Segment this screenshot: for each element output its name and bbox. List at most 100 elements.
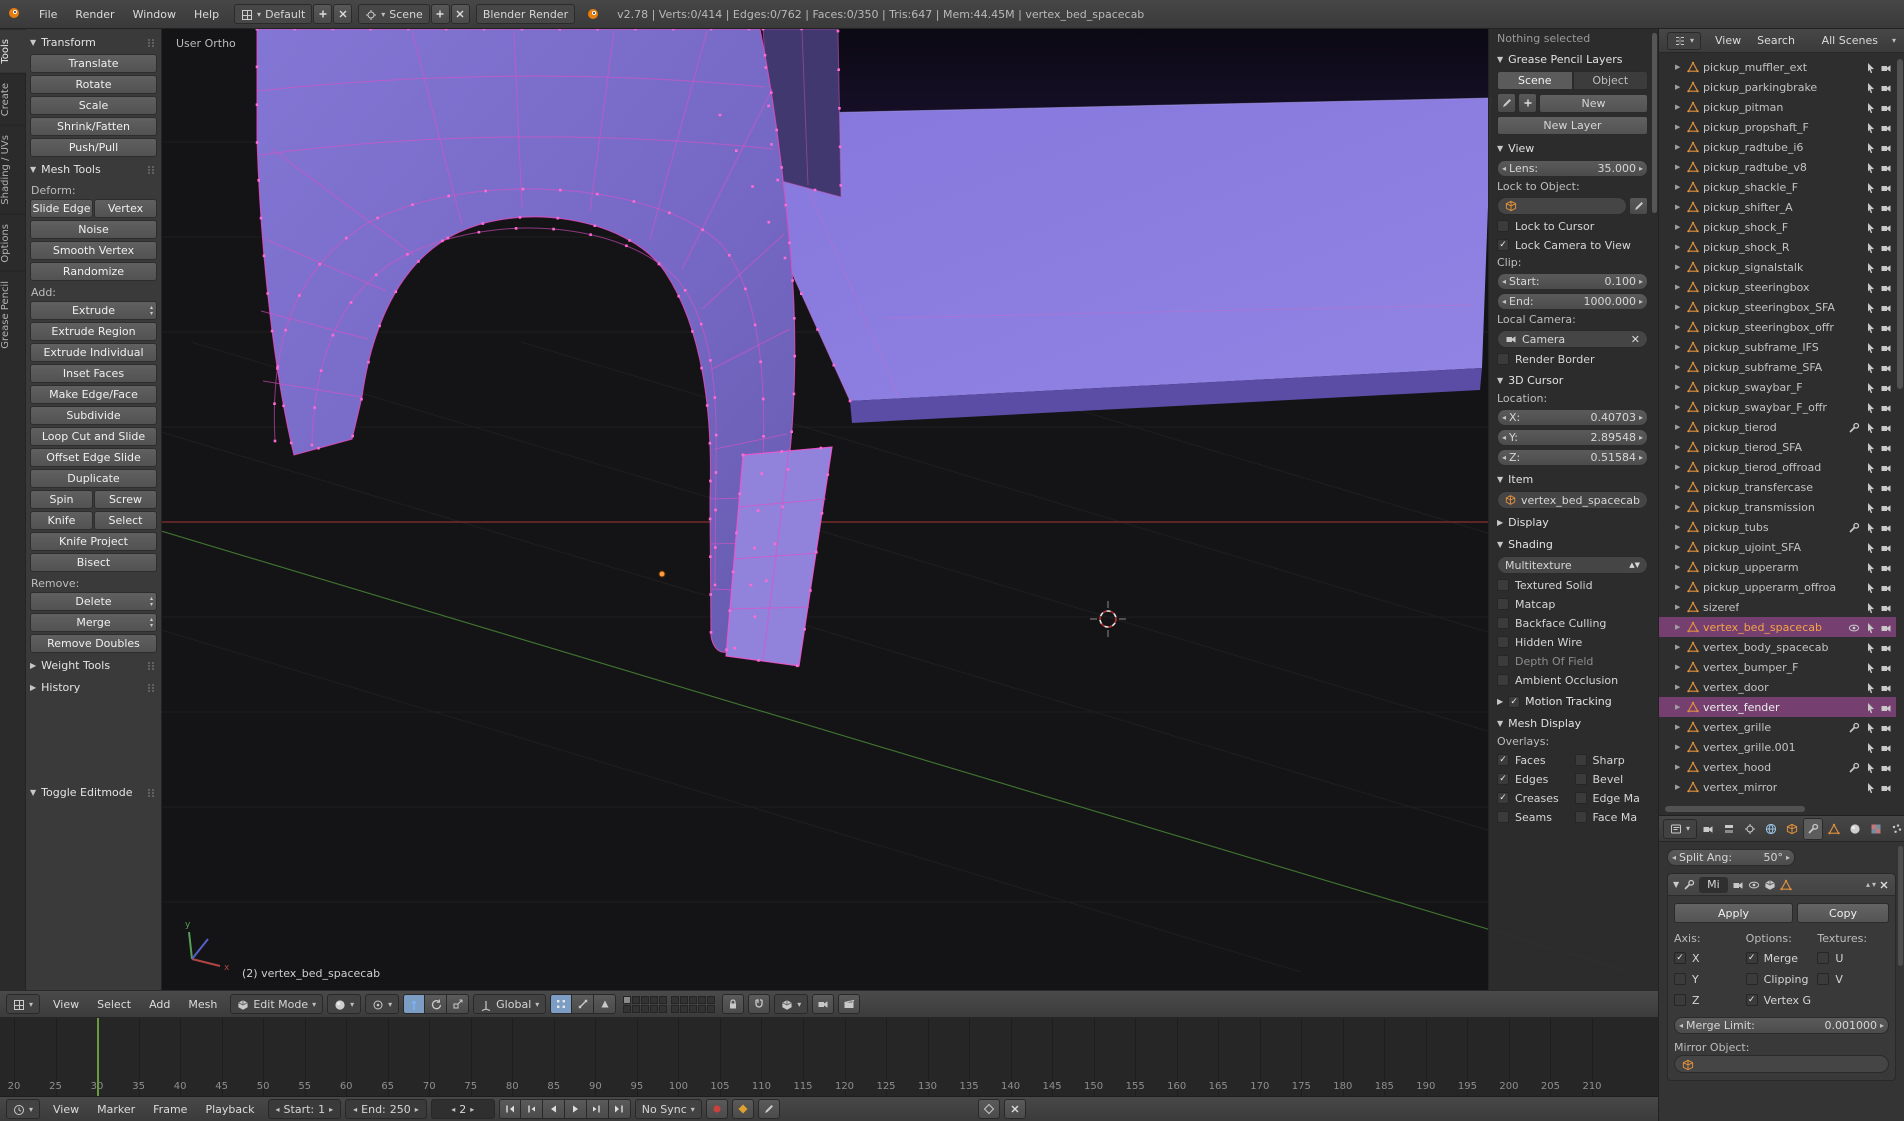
restrict-select-toggle[interactable] [1864,301,1876,314]
outliner-row-vertex-grille[interactable]: ▶ vertex_grille [1659,717,1896,737]
restrict-render-toggle[interactable] [1880,701,1892,714]
check-seams[interactable]: Seams [1497,809,1573,825]
delete-scene-button[interactable] [450,4,470,24]
check-y[interactable]: Y [1674,971,1746,987]
tool-slide-edge[interactable]: Slide Edge [30,199,93,218]
object-name[interactable]: vertex_grille.001 [1703,741,1796,754]
screen-layout-dropdown[interactable]: ▾ Default [234,4,313,24]
delete-layout-button[interactable] [333,4,353,24]
tool-extrude[interactable]: Extrude ▴ ▾ [30,301,157,320]
restrict-render-toggle[interactable] [1880,81,1892,94]
viewport-menu-view[interactable]: View [44,998,88,1011]
clear-button[interactable]: ✕ [1631,333,1640,346]
tool-bisect[interactable]: Bisect [30,553,157,572]
restrict-render-toggle[interactable] [1880,381,1892,394]
outliner-row-pickup-swaybar-f[interactable]: ▶ pickup_swaybar_F [1659,377,1896,397]
panel-header-weight-tools[interactable]: ▶ Weight Tools [30,654,157,676]
outliner-row-vertex-body-spacecab[interactable]: ▶ vertex_body_spacecab [1659,637,1896,657]
object-name[interactable]: vertex_body_spacecab [1703,641,1828,654]
properties-tab-wrench[interactable] [1803,817,1824,840]
object-name[interactable]: pickup_upperarm_offroa [1703,581,1836,594]
outliner-row-pickup-transmission[interactable]: ▶ pickup_transmission [1659,497,1896,517]
check-v[interactable]: V [1817,971,1889,987]
new-layer-button[interactable]: New Layer [1497,116,1648,135]
checkbox[interactable] [1497,579,1509,591]
object-name[interactable]: pickup_steeringbox [1703,281,1810,294]
object-name[interactable]: pickup_subframe_IFS [1703,341,1819,354]
outliner-row-pickup-muffler-ext[interactable]: ▶ pickup_muffler_ext [1659,57,1896,77]
z-field[interactable]: ◂ Z: 0.51584 ▸ [1497,449,1648,466]
object-name[interactable]: vertex_hood [1703,761,1771,774]
restrict-render-toggle[interactable] [1880,201,1892,214]
gp-draw-button[interactable] [1497,93,1516,113]
object-name[interactable]: pickup_tierod_offroad [1703,461,1821,474]
restrict-render-toggle[interactable] [1880,661,1892,674]
properties-tab-world[interactable] [1761,818,1781,840]
split-angle-field[interactable]: ◂ Split Ang: 50° ▸ [1667,849,1795,866]
restrict-select-toggle[interactable] [1864,641,1876,654]
checkbox[interactable]: ✓ [1497,239,1509,251]
properties-tab-checker[interactable] [1866,818,1886,840]
outliner-row-vertex-fender[interactable]: ▶ vertex_fender [1659,697,1896,717]
outliner-row-vertex-mirror[interactable]: ▶ vertex_mirror [1659,777,1896,797]
menu-help[interactable]: Help [185,8,228,21]
shading-dropdown[interactable]: ▾ [327,994,362,1014]
layer-cell[interactable] [623,1004,632,1013]
check-x[interactable]: ✓ X [1674,950,1746,966]
pivot-dropdown[interactable]: ▾ [365,994,400,1014]
outliner-row-pickup-steeringbox[interactable]: ▶ pickup_steeringbox [1659,277,1896,297]
restrict-select-toggle[interactable] [1864,621,1876,634]
checkbox[interactable]: ✓ [1745,952,1758,964]
menu-window[interactable]: Window [124,8,185,21]
menu-file[interactable]: File [30,8,66,21]
restrict-select-toggle[interactable] [1864,101,1876,114]
object-name[interactable]: vertex_bed_spacecab [1703,621,1822,634]
outliner-row-pickup-shackle-f[interactable]: ▶ pickup_shackle_F [1659,177,1896,197]
layer-cell[interactable] [707,1004,716,1013]
panel-grip-icon[interactable] [145,36,157,49]
manipulator-scale-button[interactable] [447,994,470,1014]
mode-dropdown[interactable]: Edit Mode ▾ [230,994,324,1014]
visibility-toggle[interactable] [1848,621,1860,634]
npanel-header-shading[interactable]: ▼ Shading [1497,536,1648,553]
layer-cell[interactable] [707,995,716,1004]
panel-header-mesh-tools[interactable]: ▼ Mesh Tools [30,158,157,180]
outliner-row-pickup-shock-f[interactable]: ▶ pickup_shock_F [1659,217,1896,237]
panel-grip-icon[interactable] [145,163,157,176]
checkbox[interactable]: ✓ [1497,754,1509,766]
restrict-select-toggle[interactable] [1864,321,1876,334]
outliner-row-pickup-steeringbox-offr[interactable]: ▶ pickup_steeringbox_offr [1659,317,1896,337]
restrict-select-toggle[interactable] [1864,541,1876,554]
restrict-render-toggle[interactable] [1880,161,1892,174]
checkbox[interactable] [1817,952,1830,964]
tool-spin[interactable]: Spin [30,490,93,509]
restrict-render-toggle[interactable] [1880,501,1892,514]
layer-cell[interactable] [623,995,632,1004]
play-reverse-button[interactable] [542,1099,565,1119]
object-name[interactable]: pickup_tubs [1703,521,1769,534]
record-button[interactable] [705,1099,728,1119]
tool-inset-faces[interactable]: Inset Faces [30,364,157,383]
npanel-header-grease-pencil-layers[interactable]: ▼ Grease Pencil Layers [1497,51,1648,68]
timeline-editor-selector[interactable]: ▾ [6,1099,41,1119]
timeline-ruler[interactable]: 2025303540455055606570758085909510010511… [0,1018,1658,1097]
outliner-row-pickup-propshaft-f[interactable]: ▶ pickup_propshaft_F [1659,117,1896,137]
object-name[interactable]: sizeref [1703,601,1739,614]
menu-render[interactable]: Render [66,8,123,21]
restrict-select-toggle[interactable] [1864,681,1876,694]
restrict-select-toggle[interactable] [1864,341,1876,354]
restrict-select-toggle[interactable] [1864,121,1876,134]
check-sharp[interactable]: Sharp [1574,752,1651,768]
outliner-row-pickup-parkingbrake[interactable]: ▶ pickup_parkingbrake [1659,77,1896,97]
layer-cell[interactable] [698,995,707,1004]
outliner-row-pickup-tierod-sfa[interactable]: ▶ pickup_tierod_SFA [1659,437,1896,457]
checkbox[interactable] [1574,792,1587,804]
restrict-select-toggle[interactable] [1864,481,1876,494]
restrict-render-toggle[interactable] [1880,561,1892,574]
tool-extrude-individual[interactable]: Extrude Individual [30,343,157,362]
layer-cell[interactable] [632,995,641,1004]
tool-shrink-fatten[interactable]: Shrink/Fatten [30,117,157,136]
object-name[interactable]: vertex_bumper_F [1703,661,1798,674]
field-vertex-bed-spacecab[interactable]: vertex_bed_spacecab [1497,491,1648,509]
check-edge-ma[interactable]: Edge Ma [1574,790,1651,806]
